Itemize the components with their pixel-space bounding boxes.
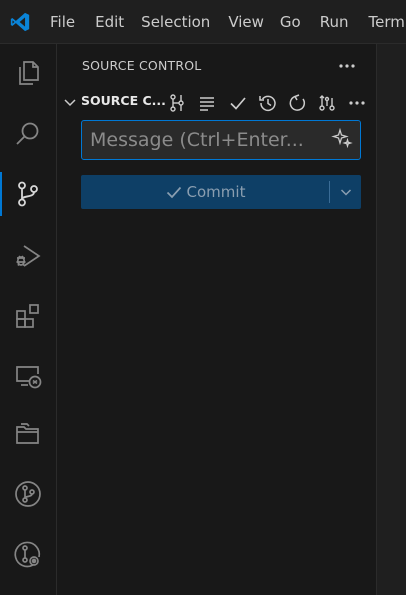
search-icon [13, 119, 43, 149]
commit-message-input[interactable] [82, 121, 322, 159]
git-compare-icon [167, 93, 187, 113]
list-icon [197, 93, 217, 113]
view-as-tree-button[interactable] [195, 91, 219, 115]
git-graph-icon [13, 479, 43, 509]
menu-edit[interactable]: Edit [95, 0, 124, 44]
refresh-button[interactable] [286, 91, 310, 115]
remote-explorer-icon [13, 361, 43, 391]
git-pull-request-icon [317, 93, 337, 113]
git-history-button[interactable] [0, 526, 56, 582]
source-control-button[interactable] [0, 166, 56, 222]
history-icon [258, 93, 278, 113]
more-actions-button[interactable] [335, 54, 359, 78]
pull-push-button[interactable] [315, 91, 339, 115]
vscode-logo-icon [0, 0, 40, 44]
source-control-icon [13, 179, 43, 209]
more-section-actions-button[interactable] [345, 91, 369, 115]
files-icon [13, 58, 43, 88]
check-icon [228, 93, 248, 113]
commit-button-group: Commit [81, 175, 361, 209]
sidebar-title: SOURCE CONTROL [82, 58, 202, 73]
chevron-down-icon[interactable] [62, 94, 78, 110]
sparkle-icon[interactable] [331, 127, 353, 149]
source-control-sidebar: SOURCE CONTROL SOURCE C... Message (Ctrl… [57, 44, 377, 595]
git-graph-button[interactable] [0, 466, 56, 522]
menu-terminal[interactable]: Term [369, 0, 405, 44]
title-bar: File Edit Selection View Go Run Term [0, 0, 406, 44]
view-graph-button[interactable] [165, 91, 189, 115]
commit-options-dropdown[interactable] [330, 175, 361, 209]
history-button[interactable] [256, 91, 280, 115]
menu-view[interactable]: View [228, 0, 264, 44]
activity-bar [0, 44, 57, 595]
run-debug-button[interactable] [0, 228, 56, 284]
section-title: SOURCE C... [81, 93, 166, 108]
menu-run[interactable]: Run [320, 0, 349, 44]
commit-message-box [81, 120, 361, 160]
explorer-button[interactable] [0, 45, 56, 101]
check-icon [165, 183, 183, 201]
folder-icon [13, 419, 43, 449]
ellipsis-icon [348, 100, 366, 106]
folder-button[interactable] [0, 406, 56, 462]
editor-area [377, 44, 406, 595]
remote-explorer-button[interactable] [0, 348, 56, 404]
refresh-icon [288, 93, 308, 113]
commit-check-button[interactable] [226, 91, 250, 115]
commit-button[interactable]: Commit [81, 175, 329, 209]
git-history-icon [13, 539, 43, 569]
repository-section-header[interactable]: SOURCE C... [57, 88, 377, 116]
ellipsis-icon [338, 63, 356, 69]
menu-go[interactable]: Go [280, 0, 301, 44]
search-button[interactable] [0, 106, 56, 162]
chevron-down-icon [339, 185, 353, 199]
menu-bar: File Edit Selection View Go Run Term [40, 0, 405, 44]
menu-file[interactable]: File [50, 0, 75, 44]
extensions-icon [13, 301, 43, 331]
menu-selection[interactable]: Selection [141, 0, 210, 44]
run-debug-icon [13, 241, 43, 271]
commit-label: Commit [186, 183, 246, 201]
extensions-button[interactable] [0, 288, 56, 344]
